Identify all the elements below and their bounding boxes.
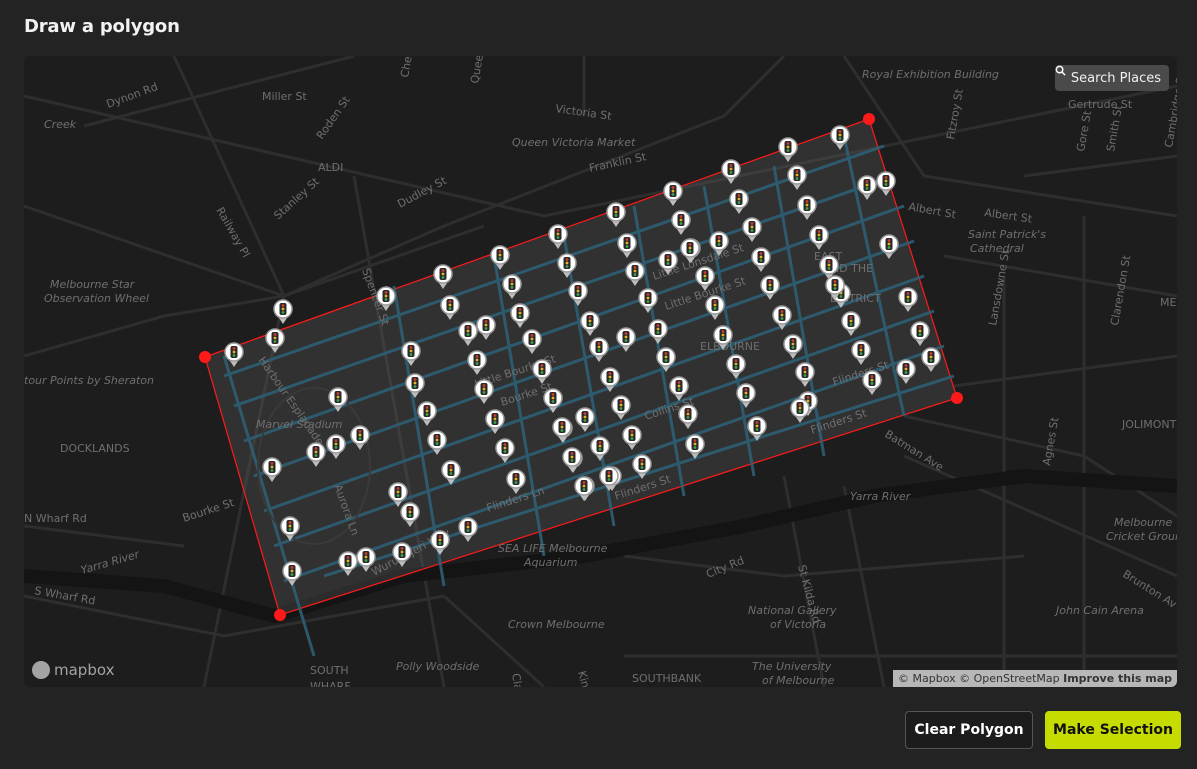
map-label: JOLIMONT bbox=[1121, 418, 1177, 431]
map-label: Saint Patrick's bbox=[968, 228, 1046, 241]
map-attribution: © Mapbox © OpenStreetMap Improve this ma… bbox=[893, 670, 1177, 687]
map-label: Chetwynd St bbox=[398, 56, 423, 79]
map-canvas[interactable]: Royal Exhibition Building Dynon Rd Miller … bbox=[24, 56, 1177, 687]
map-label: Aquarium bbox=[523, 556, 578, 569]
map-label: National Gallery bbox=[748, 604, 837, 617]
map-label: City Rd bbox=[704, 554, 746, 581]
map-label: Roden St bbox=[314, 93, 353, 141]
map-label: Albert St bbox=[907, 200, 957, 221]
make-selection-button[interactable]: Make Selection bbox=[1045, 711, 1181, 749]
map-label: Melbourne bbox=[1114, 516, 1172, 529]
polygon-vertex[interactable] bbox=[863, 113, 875, 125]
map-label: Polly Woodside bbox=[396, 660, 480, 673]
map-label: Franklin St bbox=[588, 150, 648, 175]
map-label: ELBOURNE bbox=[700, 340, 760, 353]
map-label: N Wharf Rd bbox=[24, 512, 87, 525]
map-label: Bourke St bbox=[181, 496, 236, 525]
map-label: Lansdowne St bbox=[986, 248, 1012, 327]
map-label: Royal Exhibition Building bbox=[862, 68, 999, 81]
search-places-label: Search Places bbox=[1070, 70, 1161, 86]
polygon-vertex[interactable] bbox=[951, 392, 963, 404]
mapbox-logo[interactable]: mapbox bbox=[32, 661, 114, 679]
map-label: SEA LIFE Melbourne bbox=[498, 542, 608, 555]
map-label: SOUTH bbox=[310, 664, 349, 677]
clear-polygon-button[interactable]: Clear Polygon bbox=[905, 711, 1033, 749]
map-label: Fitzroy St bbox=[944, 87, 966, 140]
map-label: Clarendon St bbox=[1108, 254, 1133, 327]
map-label: Queen St bbox=[468, 56, 490, 85]
map-label: Dynon Rd bbox=[105, 80, 160, 111]
map-label: Agnes St bbox=[1040, 416, 1061, 467]
map-label: ALDI bbox=[318, 161, 343, 174]
mapbox-logo-text: mapbox bbox=[54, 661, 115, 679]
traffic-light-marker[interactable] bbox=[273, 299, 293, 325]
map-label: SOUTHBANK bbox=[632, 672, 702, 685]
map-label: Crown Melbourne bbox=[508, 618, 605, 631]
map-label: The University bbox=[752, 660, 832, 673]
map-label: Yarra River bbox=[850, 490, 912, 503]
map-label: of Melbourne bbox=[762, 674, 835, 687]
polygon-vertex[interactable] bbox=[274, 609, 286, 621]
map-svg[interactable]: Royal Exhibition Building Dynon Rd Miller … bbox=[24, 56, 1177, 687]
map-label: Observation Wheel bbox=[44, 292, 149, 305]
map-label: Gore St bbox=[1074, 109, 1094, 152]
improve-map-link[interactable]: Improve this map bbox=[1063, 672, 1172, 685]
map-label: DOCKLANDS bbox=[60, 442, 130, 455]
attribution-mapbox[interactable]: © Mapbox bbox=[898, 672, 956, 685]
map-label: Marvel Stadium bbox=[256, 418, 342, 431]
map-label: John Cain Arena bbox=[1054, 604, 1144, 617]
map-label: Creek bbox=[44, 118, 77, 131]
modal-title: Draw a polygon bbox=[24, 16, 180, 37]
attribution-osm[interactable]: © OpenStreetMap bbox=[959, 672, 1060, 685]
map-label: Melbourne Star bbox=[50, 278, 136, 291]
map-label: MELE bbox=[1160, 296, 1177, 309]
map-label: WHARF bbox=[310, 680, 351, 687]
map-label: Kings Way bbox=[575, 669, 602, 687]
map-label: Victoria St bbox=[555, 102, 613, 123]
map-label: tour Points by Sheraton bbox=[24, 374, 154, 387]
map-label: Albert St bbox=[984, 206, 1034, 226]
map-label: Yarra River bbox=[79, 547, 142, 577]
make-selection-label: Make Selection bbox=[1053, 722, 1173, 738]
search-places-button[interactable]: Search Places bbox=[1054, 65, 1169, 91]
clear-polygon-label: Clear Polygon bbox=[914, 722, 1024, 738]
map-label: Miller St bbox=[262, 90, 307, 103]
map-label: Queen Victoria Market bbox=[512, 136, 636, 149]
map-label: Cricket Ground bbox=[1106, 530, 1177, 543]
mapbox-logo-icon bbox=[32, 661, 50, 679]
map-label: Stanley St bbox=[271, 175, 322, 223]
polygon-vertex[interactable] bbox=[199, 351, 211, 363]
map-label: Cathedral bbox=[970, 242, 1024, 255]
map-label: Batman Ave bbox=[882, 428, 946, 474]
